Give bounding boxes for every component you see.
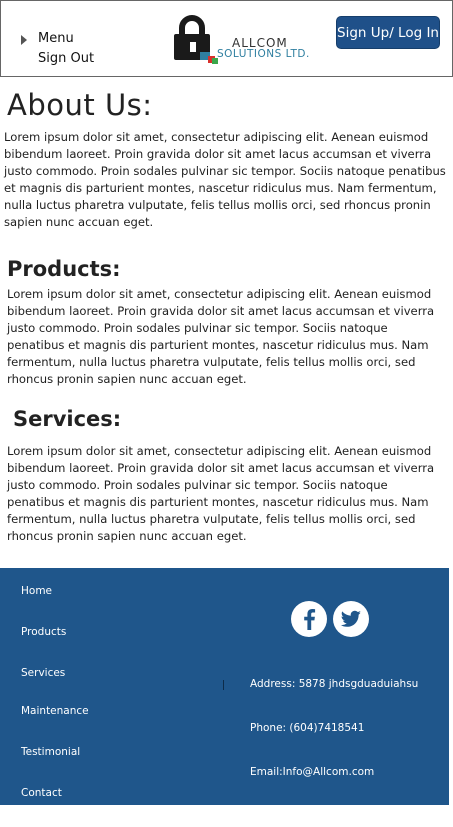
menu-link[interactable]: Menu (38, 31, 74, 46)
footer-address: Address: 5878 jhdsgduaduiahsu (250, 678, 419, 690)
products-title: Products: (7, 257, 121, 281)
footer-link-home[interactable]: Home (21, 585, 52, 597)
company-logo[interactable]: ALLCOM SOLUTIONS LTD. (172, 14, 310, 66)
twitter-icon[interactable] (333, 601, 369, 637)
site-header: Menu Sign Out ALLCOM SOLUTIONS LTD. Sign… (0, 0, 453, 77)
footer-link-products[interactable]: Products (21, 626, 66, 638)
footer-link-services[interactable]: Services (21, 667, 65, 679)
sign-up-login-button[interactable]: Sign Up/ Log In (336, 16, 440, 49)
sign-out-link[interactable]: Sign Out (38, 51, 94, 66)
footer-link-contact[interactable]: Contact (21, 787, 62, 799)
about-title: About Us: (7, 88, 153, 122)
footer-phone: Phone: (604)7418541 (250, 722, 365, 734)
site-footer: Home Products Services Maintenance Testi… (0, 568, 449, 805)
about-text: Lorem ipsum dolor sit amet, consectetur … (4, 130, 446, 229)
footer-link-testimonial[interactable]: Testimonial (21, 746, 80, 758)
services-text: Lorem ipsum dolor sit amet, consectetur … (7, 444, 435, 543)
footer-email[interactable]: Email:Info@Allcom.com (250, 766, 374, 778)
menu-arrow-icon[interactable] (21, 35, 27, 45)
facebook-icon[interactable] (291, 601, 327, 637)
footer-divider (223, 680, 224, 690)
products-text: Lorem ipsum dolor sit amet, consectetur … (7, 287, 435, 386)
services-title: Services: (13, 407, 122, 431)
logo-text-solutions: SOLUTIONS LTD. (217, 48, 310, 60)
footer-link-maintenance[interactable]: Maintenance (21, 705, 89, 717)
